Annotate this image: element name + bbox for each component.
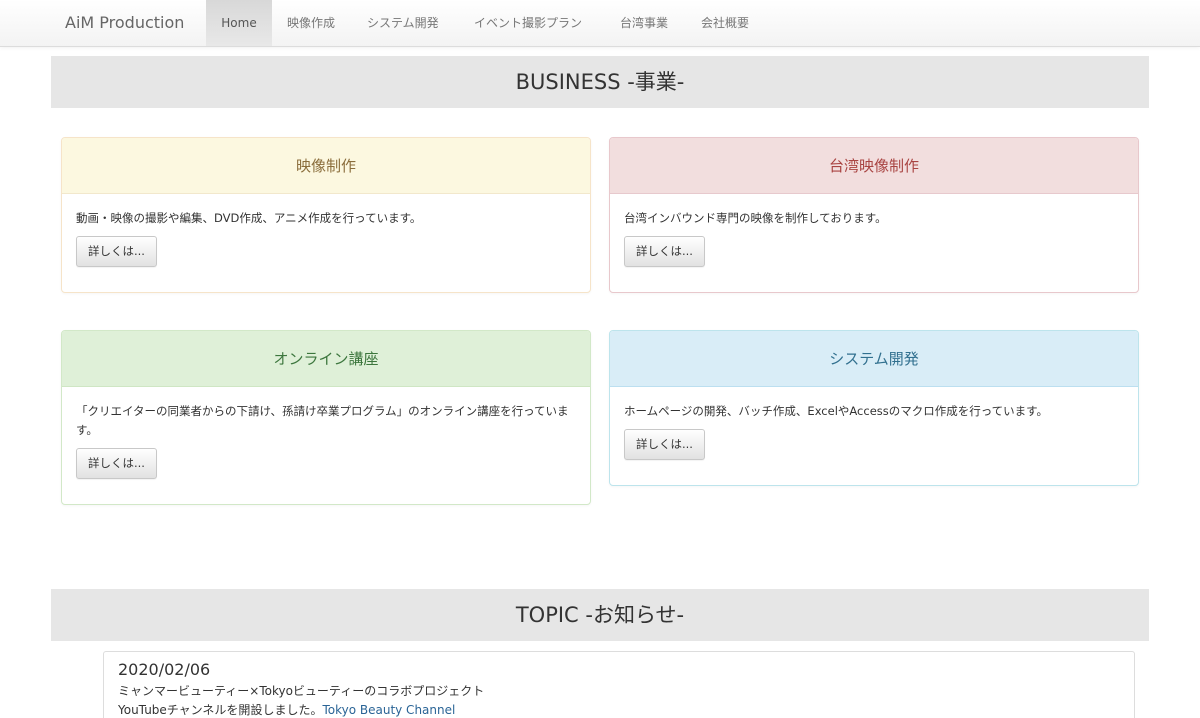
topic-text-line: YouTubeチャンネルを開設しました。Tokyo Beauty Channel (118, 701, 1120, 718)
panel-body: 「クリエイターの同業者からの下請け、孫請け卒業プログラム」のオンライン講座を行っ… (62, 387, 590, 479)
panel-description: 台湾インバウンド専門の映像を制作しております。 (624, 211, 887, 225)
topic-text-prefix: YouTubeチャンネルを開設しました。 (118, 703, 323, 717)
nav-system-development[interactable]: システム開発 (367, 0, 439, 46)
nav-home[interactable]: Home (206, 0, 272, 46)
panel-description: 「クリエイターの同業者からの下請け、孫請け卒業プログラム」のオンライン講座を行っ… (76, 404, 569, 437)
topic-text-line: ミャンマービューティー×Tokyoビューティーのコラボプロジェクト (118, 684, 485, 698)
topic-date: 2020/02/06 (118, 660, 211, 679)
business-section-title: BUSINESS -事業- (51, 56, 1149, 108)
panel-description: ホームページの開発、バッチ作成、ExcelやAccessのマクロ作成を行っていま… (624, 404, 1049, 418)
panel-body: 動画・映像の撮影や編集、DVD作成、アニメ作成を行っています。 詳しくは... (62, 194, 590, 267)
nav-taiwan-business[interactable]: 台湾事業 (620, 0, 668, 46)
panel-heading: システム開発 (610, 331, 1138, 387)
nav-event-plan[interactable]: イベント撮影プラン (474, 0, 582, 46)
details-button[interactable]: 詳しくは... (624, 236, 705, 267)
topic-section-title: TOPIC -お知らせ- (51, 589, 1149, 641)
top-navbar: AiM Production Home 映像作成 システム開発 イベント撮影プラ… (0, 0, 1200, 47)
panel-heading: 台湾映像制作 (610, 138, 1138, 194)
brand-logo[interactable]: AiM Production (65, 0, 184, 46)
panel-heading: オンライン講座 (62, 331, 590, 387)
topic-item: 2020/02/06 ミャンマービューティー×Tokyoビューティーのコラボプロ… (103, 651, 1135, 718)
details-button[interactable]: 詳しくは... (76, 236, 157, 267)
panel-heading: 映像制作 (62, 138, 590, 194)
panel-taiwan-video: 台湾映像制作 台湾インバウンド専門の映像を制作しております。 詳しくは... (609, 137, 1139, 293)
nav-company-profile[interactable]: 会社概要 (701, 0, 749, 46)
tokyo-beauty-channel-link[interactable]: Tokyo Beauty Channel (322, 703, 455, 717)
panel-description: 動画・映像の撮影や編集、DVD作成、アニメ作成を行っています。 (76, 211, 422, 225)
details-button[interactable]: 詳しくは... (76, 448, 157, 479)
panel-body: ホームページの開発、バッチ作成、ExcelやAccessのマクロ作成を行っていま… (610, 387, 1138, 460)
panel-video-production: 映像制作 動画・映像の撮影や編集、DVD作成、アニメ作成を行っています。 詳しく… (61, 137, 591, 293)
nav-video-production[interactable]: 映像作成 (287, 0, 335, 46)
panel-online-course: オンライン講座 「クリエイターの同業者からの下請け、孫請け卒業プログラム」のオン… (61, 330, 591, 505)
panel-system-development: システム開発 ホームページの開発、バッチ作成、ExcelやAccessのマクロ作… (609, 330, 1139, 486)
panel-body: 台湾インバウンド専門の映像を制作しております。 詳しくは... (610, 194, 1138, 267)
details-button[interactable]: 詳しくは... (624, 429, 705, 460)
